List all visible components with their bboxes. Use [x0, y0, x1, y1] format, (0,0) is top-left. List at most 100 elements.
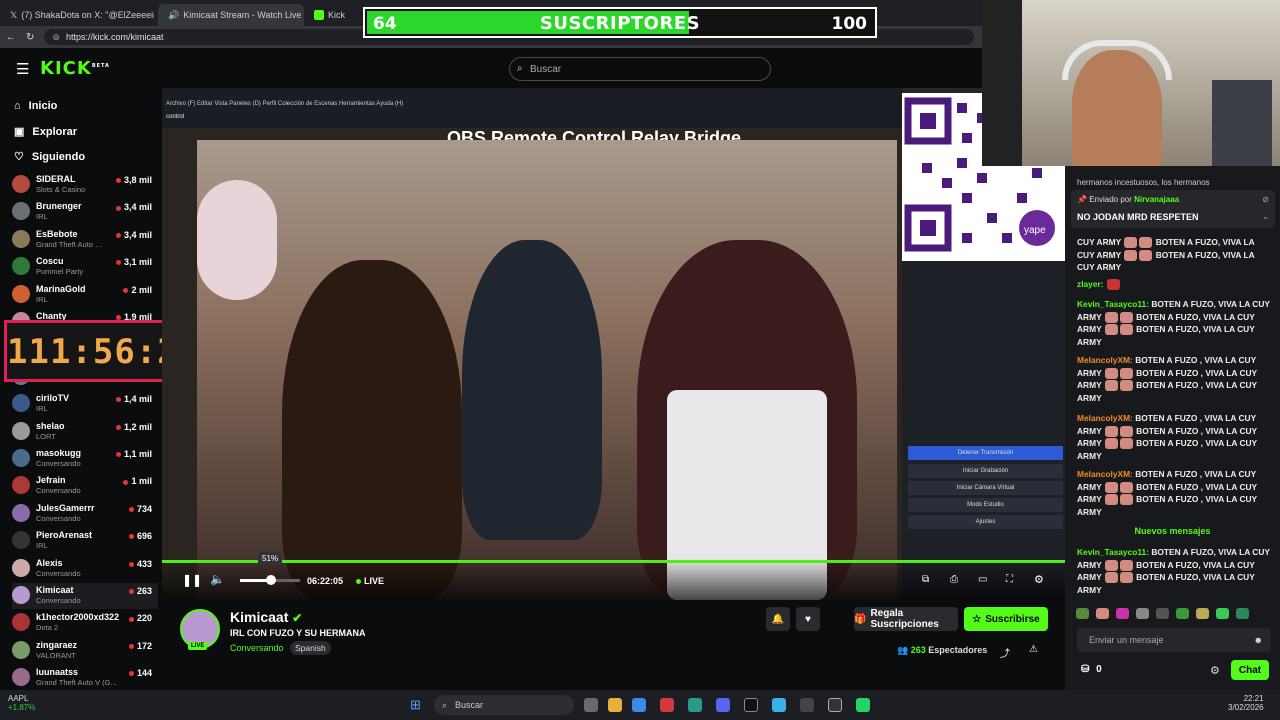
edge-icon[interactable]: [688, 698, 702, 712]
pinned-message[interactable]: 📌 Enviado por Nirvanajaaa NO JODAN MRD R…: [1071, 190, 1275, 228]
file-explorer-icon[interactable]: [608, 698, 622, 712]
sidebar-channel-item[interactable]: luunaatss Grand Theft Auto V (G... 144: [12, 665, 158, 691]
theater-icon[interactable]: ▭: [978, 574, 987, 585]
subscribe-button[interactable]: ☆ Suscribirse: [964, 607, 1048, 631]
points-icon: ⛁: [1081, 664, 1090, 675]
obs-controls-panel: Detener Transmisión Iniciar Grabación In…: [902, 261, 1065, 600]
clock[interactable]: 22:21 3/02/2026: [1228, 694, 1264, 712]
new-messages-divider[interactable]: Nuevos mensajes: [1065, 526, 1280, 536]
sidebar-channel-item[interactable]: shelao LORT 1,2 mil: [12, 419, 158, 445]
chat-settings-icon[interactable]: ⚙: [1210, 664, 1220, 677]
reload-icon[interactable]: ↻: [26, 32, 34, 43]
channel-category: IRL: [36, 212, 48, 222]
channel-category: Conversando: [36, 568, 81, 578]
chevron-down-icon[interactable]: ⌄: [1262, 212, 1269, 221]
whatsapp-icon[interactable]: [856, 698, 870, 712]
menu-icon[interactable]: ☰: [16, 60, 29, 78]
emote-icon: [1119, 380, 1133, 392]
emote-icon[interactable]: [1156, 608, 1169, 619]
volume-slider[interactable]: [240, 575, 300, 585]
notification-button[interactable]: 🔔: [766, 607, 790, 631]
taskbar-search[interactable]: ⌕ Buscar: [434, 695, 574, 715]
stream-scene: [197, 140, 897, 600]
kick-logo[interactable]: KICKBETA: [40, 58, 110, 79]
emote-icon[interactable]: [1236, 608, 1249, 619]
chat-message: MelancolyXM: BOTEN A FUZO , VIVA LA CUY …: [1077, 355, 1257, 403]
nav-explorar[interactable]: ▣ Explorar: [14, 125, 77, 139]
report-icon[interactable]: ⚠: [1029, 644, 1038, 655]
sidebar-channel-item[interactable]: Brunenger IRL 3,4 mil: [12, 199, 158, 225]
webcam-overlay: [982, 0, 1280, 166]
pause-icon[interactable]: ❚❚: [182, 573, 202, 587]
emote-icon[interactable]: [1096, 608, 1109, 619]
kick-header: ☰ KICKBETA: [0, 48, 982, 88]
channel-name-row[interactable]: Kimicaat ✔: [230, 609, 302, 625]
channel-viewers: 3,4 mil: [116, 202, 152, 212]
sidebar-channel-item[interactable]: Alexis Conversando 433: [12, 556, 158, 582]
language-tag[interactable]: Spanish: [290, 641, 331, 655]
video-player[interactable]: Archivo (F) Editar Vista Paneles (D) Per…: [162, 88, 1065, 600]
volume-slider-handle[interactable]: [265, 575, 276, 585]
fullscreen-icon[interactable]: ⛶: [1006, 574, 1013, 585]
channel-points[interactable]: ⛁ 0: [1081, 664, 1102, 675]
stock-widget[interactable]: AAPL +1.87%: [8, 694, 35, 712]
sidebar-channel-item[interactable]: JulesGamerrr Conversando 734: [12, 501, 158, 527]
pip-icon[interactable]: ⧉: [922, 574, 929, 585]
follow-button[interactable]: ♥: [796, 607, 820, 631]
emote-icon: [1119, 572, 1133, 584]
gift-subs-button[interactable]: 🎁 Regala Suscripciones: [854, 607, 958, 631]
sidebar-channel-item[interactable]: Jefrain Conversando 1 mil: [12, 473, 158, 499]
windows-start-icon[interactable]: ⊞: [410, 697, 421, 713]
sidebar-channel-item[interactable]: Kimicaat Conversando 263: [12, 583, 158, 609]
subs-goal: 100: [831, 14, 868, 34]
channel-avatar: [12, 229, 30, 248]
nav-inicio[interactable]: ⌂ Inicio: [14, 100, 57, 112]
chat-input[interactable]: Enviar un mensaje ☻: [1077, 628, 1271, 652]
sidebar-channel-item[interactable]: ciriloTV IRL 1,4 mil: [12, 391, 158, 417]
sidebar-channel-item[interactable]: MarinaGold IRL 2 mil: [12, 282, 158, 308]
chat-send-button[interactable]: Chat: [1231, 660, 1269, 680]
emote-icon: [1104, 425, 1118, 437]
site-info-icon[interactable]: ⊜: [52, 32, 60, 43]
app-icon[interactable]: [660, 698, 674, 712]
tab-kimicaat[interactable]: 🔊 Kimicaat Stream - Watch Live ✕: [158, 4, 304, 26]
sidebar-channel-item[interactable]: Coscu Pummel Party 3,1 mil: [12, 254, 158, 280]
app-icon[interactable]: [632, 698, 646, 712]
sidebar-channel-item[interactable]: k1hector2000xd322 Dota 2 220: [12, 610, 158, 636]
task-view-icon[interactable]: [584, 698, 598, 712]
app-icon[interactable]: [800, 698, 814, 712]
sidebar-channel-item[interactable]: zingaraez VALORANT 172: [12, 638, 158, 664]
emote-icon[interactable]: [1076, 608, 1089, 619]
nav-siguiendo[interactable]: ♡ Siguiendo: [14, 150, 85, 164]
volume-icon[interactable]: 🔈: [210, 572, 225, 586]
back-icon[interactable]: ←: [6, 32, 16, 43]
pinned-sender: 📌 Enviado por Nirvanajaaa: [1077, 195, 1180, 204]
app-icon[interactable]: [744, 698, 758, 712]
obs-icon[interactable]: [828, 698, 842, 712]
sidebar-channel-item[interactable]: masokugg Conversando 1,1 mil: [12, 446, 158, 472]
stream-info: LIVE Kimicaat ✔ IRL CON FUZO Y SU HERMAN…: [162, 600, 1065, 690]
tab-kick[interactable]: Kick: [308, 4, 358, 26]
clip-icon[interactable]: ⎙: [950, 574, 958, 585]
live-indicator[interactable]: LIVE: [356, 576, 384, 586]
sidebar-channel-item[interactable]: PieroArenast IRL 696: [12, 528, 158, 554]
player-controls: ❚❚ 🔈 51% 06:22:05 LIVE ⧉ ⎙ ▭ ⛶ ⚙: [162, 552, 1065, 600]
unpin-icon[interactable]: ⊘: [1262, 195, 1269, 204]
obs-window: Archivo (F) Editar Vista Paneles (D) Per…: [162, 88, 902, 148]
settings-gear-icon[interactable]: ⚙: [1034, 573, 1044, 586]
emote-icon[interactable]: [1196, 608, 1209, 619]
channel-avatar: [12, 257, 30, 276]
sidebar-channel-item[interactable]: SIDERAL Slots & Casino 3,8 mil: [12, 172, 158, 198]
stream-category[interactable]: Conversando: [230, 643, 284, 653]
emote-icon[interactable]: [1136, 608, 1149, 619]
share-icon[interactable]: ⤴: [1000, 645, 1010, 660]
sidebar-channel-item[interactable]: EsBebote Grand Theft Auto ... 3,4 mil: [12, 227, 158, 253]
search-input[interactable]: ⌕ Buscar: [509, 57, 771, 81]
emote-icon[interactable]: [1216, 608, 1229, 619]
emote-icon[interactable]: [1176, 608, 1189, 619]
emote-icon[interactable]: [1116, 608, 1129, 619]
emoji-icon[interactable]: ☻: [1254, 635, 1263, 645]
discord-icon[interactable]: [716, 698, 730, 712]
app-icon[interactable]: [772, 698, 786, 712]
tab-x[interactable]: 𝕏 (7) ShakaDota on X: "@ElZeeeein ✕: [4, 4, 154, 26]
